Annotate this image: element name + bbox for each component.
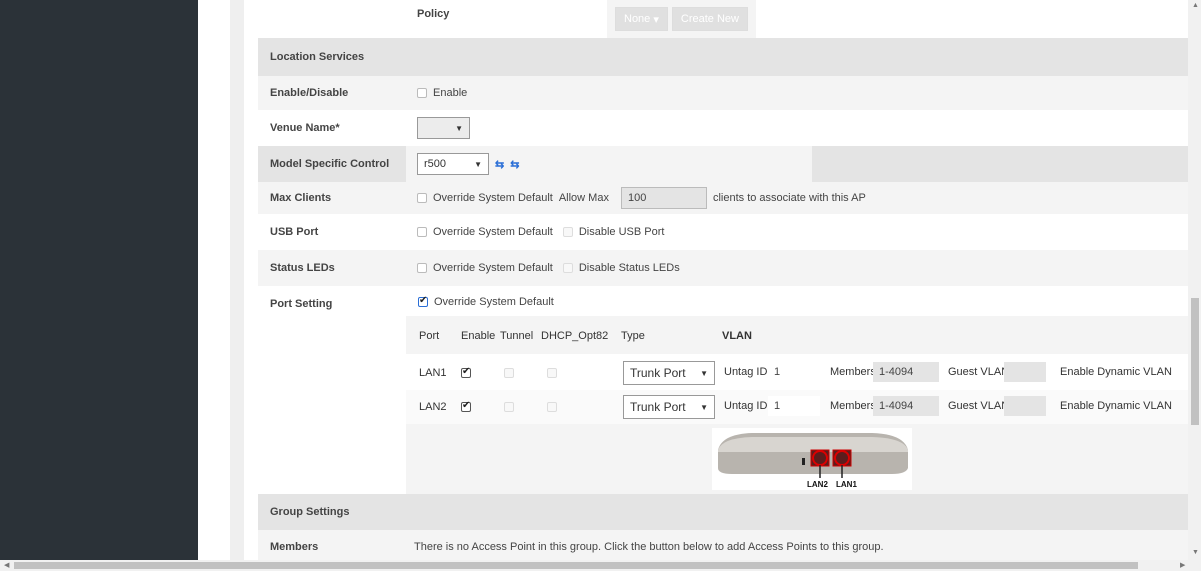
guest-vlan-label: Guest VLAN (948, 366, 1010, 378)
disable-usb-checkbox[interactable] (562, 227, 573, 237)
col-dhcp: DHCP_Opt82 (541, 330, 609, 342)
members-label: Members (830, 400, 876, 412)
max-clients-row: Max Clients Override System Default Allo… (258, 182, 1188, 214)
next-model-icon[interactable]: ⇆ (510, 158, 519, 171)
lan1-guest-input[interactable] (1004, 362, 1046, 382)
scroll-down-icon[interactable]: ▼ (1192, 549, 1199, 556)
ap-group-settings-form: Policy None ▾ Create New Location Servic… (258, 0, 1188, 560)
section-title: Location Services (270, 51, 365, 63)
override-label: Override System Default (434, 296, 554, 308)
max-clients-override-checkbox[interactable] (417, 193, 427, 203)
vertical-scroll-thumb[interactable] (1191, 298, 1199, 425)
lan2-type-select[interactable]: Trunk Port ▼ (623, 395, 715, 419)
usb-override-checkbox[interactable] (417, 227, 427, 237)
untag-label: Untag ID (724, 400, 768, 412)
group-settings-header: Group Settings (258, 494, 1188, 530)
dynamic-vlan-label: Enable Dynamic VLAN (1060, 366, 1172, 378)
lan2-enable-checkbox[interactable] (461, 400, 471, 412)
chevron-down-icon: ▼ (455, 123, 463, 133)
policy-row: Policy None ▾ Create New (258, 0, 1188, 38)
override-label: Override System Default (433, 192, 553, 204)
chevron-down-icon: ▼ (474, 159, 482, 169)
override-label: Override System Default (433, 226, 553, 238)
port-name: LAN1 (419, 367, 447, 379)
lan2-untag-input[interactable]: 1 (768, 396, 820, 416)
lan2-tunnel-checkbox[interactable] (504, 402, 514, 412)
enable-checkbox[interactable] (417, 88, 427, 98)
section-title: Group Settings (270, 506, 350, 518)
col-enable: Enable (461, 330, 496, 342)
lan1-type-select[interactable]: Trunk Port ▼ (623, 361, 715, 385)
chevron-down-icon: ▼ (700, 368, 708, 378)
scroll-right-icon[interactable]: ▶ (1180, 561, 1185, 569)
max-clients-label: Max Clients (270, 192, 332, 204)
override-label: Override System Default (433, 262, 553, 274)
policy-select[interactable]: None ▾ (615, 7, 668, 31)
create-new-button[interactable]: Create New (671, 7, 748, 31)
lan1-enable-checkbox[interactable] (461, 366, 471, 378)
enable-checkbox-label: Enable (433, 87, 468, 99)
col-vlan: VLAN (722, 330, 752, 342)
port-name: LAN2 (419, 401, 447, 413)
venue-name-row: Venue Name* ▼ (258, 110, 1188, 146)
lan1-untag-input[interactable]: 1 (768, 362, 820, 382)
horizontal-scroll-thumb[interactable] (14, 562, 1138, 569)
lan2-guest-input[interactable] (1004, 396, 1046, 416)
guest-vlan-label: Guest VLAN (948, 400, 1010, 412)
gutter-divider (230, 0, 244, 571)
members-empty-message: There is no Access Point in this group. … (414, 541, 884, 553)
max-clients-suffix: clients to associate with this AP (712, 192, 866, 204)
lan2-members-input[interactable]: 1-4094 (873, 396, 939, 416)
lan1-port-label: LAN1 (836, 480, 857, 489)
port-setting-row: Port Setting Override System Default Por… (258, 286, 1188, 494)
disable-leds-label: Disable Status LEDs (578, 262, 680, 274)
scroll-left-icon[interactable]: ◀ (4, 561, 9, 569)
model-specific-label: Model Specific Control (270, 158, 390, 170)
port-image-area: LAN2 LAN1 (406, 424, 1188, 494)
table-row: LAN1 Trunk Port▼ Untag ID 1 Members 1-40… (406, 356, 1188, 390)
left-sidebar (0, 0, 198, 571)
disable-usb-label: Disable USB Port (578, 226, 665, 238)
table-row: LAN2 Trunk Port▼ Untag ID 1 Members 1-40… (406, 390, 1188, 424)
port-setting-label: Port Setting (270, 298, 333, 310)
scroll-up-icon[interactable]: ▲ (1192, 2, 1199, 9)
dynamic-vlan-label: Enable Dynamic VLAN (1060, 400, 1172, 412)
status-leds-row: Status LEDs Override System Default Disa… (258, 250, 1188, 286)
usb-port-label: USB Port (270, 226, 319, 238)
chevron-down-icon: ▼ (700, 402, 708, 412)
col-port: Port (419, 330, 440, 342)
lan2-port-label: LAN2 (807, 480, 828, 489)
location-services-header: Location Services (258, 38, 1188, 76)
untag-label: Untag ID (724, 366, 768, 378)
enable-disable-row: Enable/Disable Enable (258, 76, 1188, 110)
allow-max-label: Allow Max (558, 192, 609, 204)
max-clients-input[interactable]: 100 (620, 187, 707, 209)
venue-name-select[interactable]: ▼ (417, 117, 470, 139)
leds-override-checkbox[interactable] (417, 263, 427, 273)
model-select[interactable]: r500 ▼ (417, 153, 489, 175)
venue-name-label: Venue Name* (270, 122, 340, 134)
usb-port-row: USB Port Override System Default Disable… (258, 214, 1188, 250)
members-label: Members (830, 366, 876, 378)
lan2-dhcp-checkbox[interactable] (547, 402, 557, 412)
members-row: Members There is no Access Point in this… (258, 530, 1188, 560)
ap-port-diagram: LAN2 LAN1 (712, 428, 912, 490)
lan1-dhcp-checkbox[interactable] (547, 368, 557, 378)
port-override-checkbox[interactable] (418, 295, 428, 307)
lan1-members-input[interactable]: 1-4094 (873, 362, 939, 382)
model-specific-row: Model Specific Control r500 ▼ ⇆ ⇆ (258, 146, 1188, 182)
status-leds-label: Status LEDs (270, 262, 335, 274)
enable-disable-label: Enable/Disable (270, 87, 349, 99)
prev-model-icon[interactable]: ⇆ (495, 158, 504, 171)
vertical-scrollbar[interactable] (1188, 0, 1201, 560)
gutter (198, 0, 230, 571)
col-tunnel: Tunnel (500, 330, 534, 342)
members-label: Members (270, 541, 319, 553)
lan1-tunnel-checkbox[interactable] (504, 368, 514, 378)
disable-leds-checkbox[interactable] (562, 263, 573, 273)
col-type: Type (621, 330, 645, 342)
policy-label: Policy (417, 8, 450, 20)
